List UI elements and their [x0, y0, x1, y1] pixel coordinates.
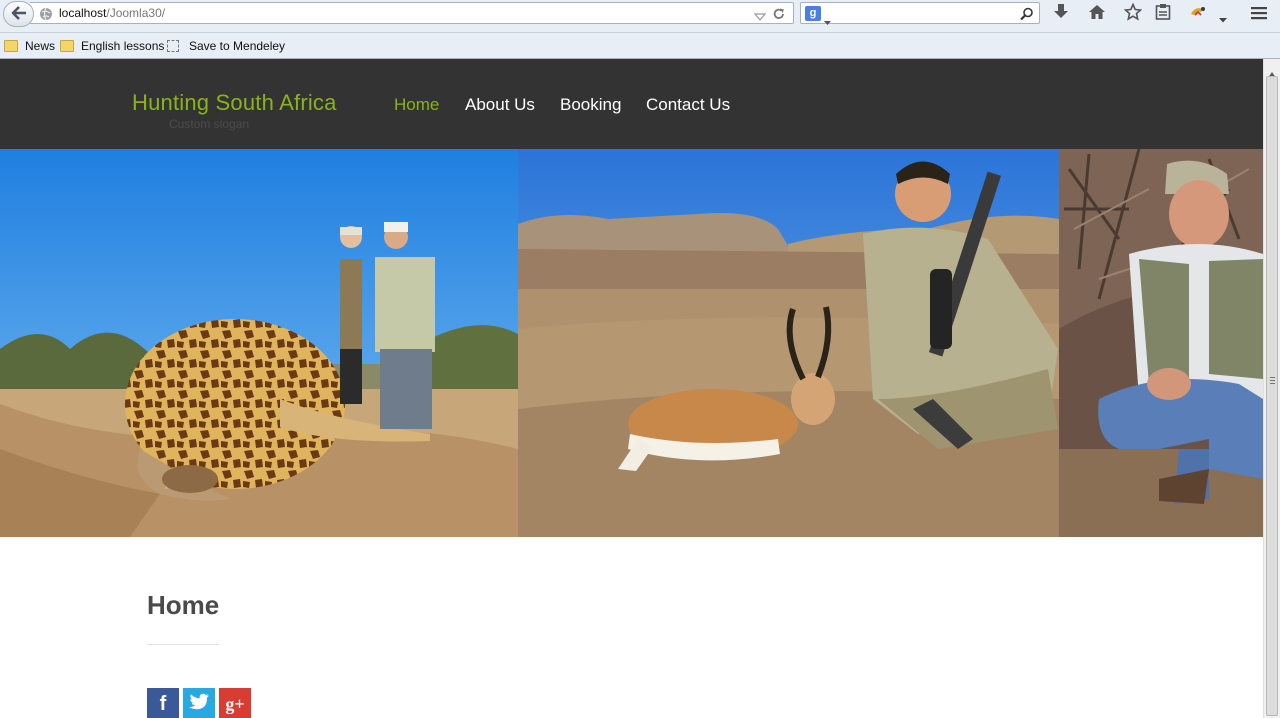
hero-slideshow [0, 149, 1263, 537]
browser-toolbar: localhost/Joomla30/ g [0, 0, 1280, 33]
engine-dropdown-icon[interactable] [824, 11, 831, 30]
bookmark-english-lessons[interactable]: English lessons [60, 37, 164, 55]
web-page: Hunting South Africa Custom slogan Home … [0, 59, 1263, 718]
url-text[interactable]: localhost/Joomla30/ [59, 6, 165, 20]
address-bar[interactable]: localhost/Joomla30/ [30, 2, 794, 24]
bookmark-news[interactable]: News [4, 37, 55, 55]
google-engine-icon[interactable]: g [805, 6, 821, 21]
globe-icon [39, 6, 53, 25]
extension-icon[interactable] [1189, 3, 1207, 25]
facebook-icon: f [159, 692, 167, 715]
bookmark-label: English lessons [81, 39, 165, 53]
bookmark-label: Save to Mendeley [189, 39, 286, 53]
nav-home[interactable]: Home [394, 95, 439, 115]
bookmarks-toolbar: News English lessons Save to Mendeley [0, 33, 1280, 59]
back-button[interactable] [3, 1, 34, 27]
menu-icon[interactable] [1251, 5, 1267, 24]
site-title[interactable]: Hunting South Africa [132, 90, 337, 116]
site-header: Hunting South Africa Custom slogan Home … [0, 59, 1263, 149]
home-icon[interactable] [1088, 3, 1106, 25]
extension-dropdown-icon[interactable] [1219, 8, 1227, 27]
google-plus-share-button[interactable]: g+ [219, 688, 251, 718]
scrollbar-grip-icon [1270, 377, 1275, 386]
bookmarklet-icon [167, 40, 179, 52]
reload-icon[interactable] [772, 6, 786, 25]
giraffe-hunt-photo [0, 149, 518, 537]
title-divider [147, 644, 219, 645]
folder-icon [60, 40, 74, 52]
url-history-dropdown-icon[interactable] [753, 7, 767, 26]
reading-list-icon[interactable] [1155, 3, 1171, 25]
nav-about-us[interactable]: About Us [465, 95, 535, 115]
bookmark-star-icon[interactable] [1123, 2, 1143, 25]
nav-booking[interactable]: Booking [560, 95, 621, 115]
nav-contact-us[interactable]: Contact Us [646, 95, 730, 115]
google-plus-icon: g+ [225, 693, 245, 714]
facebook-share-button[interactable]: f [147, 688, 179, 718]
hunter-portrait-photo [1059, 149, 1263, 537]
springbok-hunt-photo [518, 149, 1059, 537]
page-scrollbar[interactable] [1263, 59, 1280, 718]
site-slogan: Custom slogan [169, 117, 250, 131]
twitter-icon [188, 693, 210, 716]
search-bar[interactable]: g [800, 2, 1040, 25]
twitter-share-button[interactable] [183, 688, 215, 718]
bookmark-label: News [25, 39, 56, 53]
bookmark-save-to-mendeley[interactable]: Save to Mendeley [167, 37, 285, 55]
back-arrow-icon [11, 5, 27, 24]
page-title: Home [147, 590, 220, 620]
download-icon[interactable] [1053, 3, 1069, 25]
search-icon[interactable] [1020, 6, 1034, 25]
folder-icon [4, 40, 18, 52]
scrollbar-thumb[interactable] [1266, 76, 1278, 716]
